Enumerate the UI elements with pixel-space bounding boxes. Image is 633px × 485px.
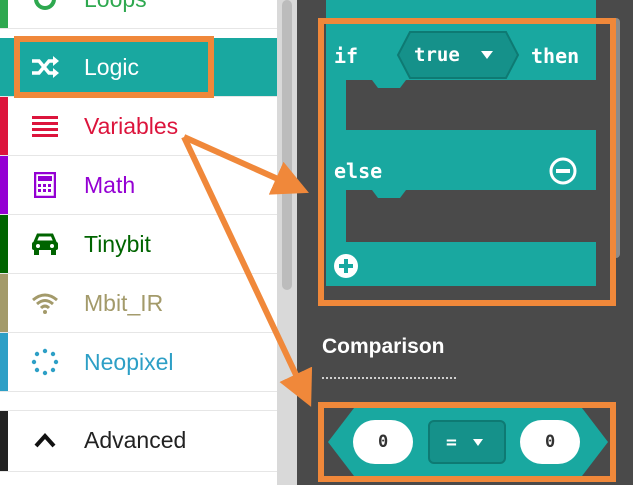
arrow-to-comparison-block xyxy=(181,135,313,407)
arrow-to-if-block xyxy=(182,134,309,195)
annotation-arrows xyxy=(181,134,313,407)
